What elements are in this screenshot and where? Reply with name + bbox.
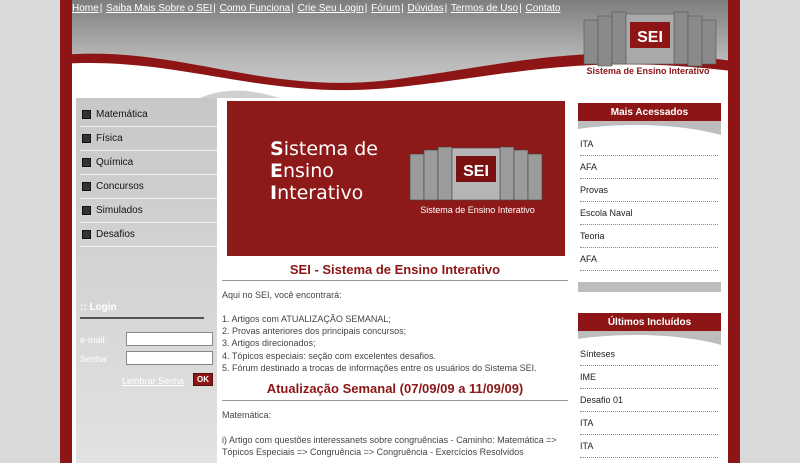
section-divider	[222, 400, 568, 401]
sidebar-item-quimica[interactable]: Química	[80, 151, 217, 175]
subject-label: Matemática:	[222, 410, 272, 420]
latest-item-ime[interactable]: IME	[580, 366, 718, 389]
most-accessed-item-afa-2[interactable]: AFA	[580, 248, 718, 271]
sidebar-item-desafios[interactable]: Desafios	[80, 223, 217, 247]
most-accessed-item-teoria[interactable]: Teoria	[580, 225, 718, 248]
square-bullet-icon	[82, 182, 91, 191]
email-field[interactable]	[126, 332, 213, 346]
remember-password-link[interactable]: Lembrar Senha	[122, 376, 184, 386]
nav-link-create-login[interactable]: Crie Seu Login	[298, 3, 364, 14]
sidebar-item-label: Simulados	[96, 205, 143, 216]
banner-title: Sistema de Ensino Interativo	[270, 138, 378, 204]
sidebar-item-label: Física	[96, 133, 123, 144]
latest-item-desafio-01[interactable]: Desafio 01	[580, 389, 718, 412]
section-title: Atualização Semanal (07/09/09 a 11/09/09…	[266, 381, 524, 396]
sidebar-item-concursos[interactable]: Concursos	[80, 175, 217, 199]
feature-list: 1. Artigos com ATUALIZAÇÃO SEMANAL; 2. P…	[222, 313, 537, 374]
page-title: SEI - Sistema de Ensino Interativo	[289, 262, 501, 277]
nav-link-home[interactable]: Home	[72, 3, 99, 14]
login-divider	[80, 317, 204, 319]
latest-item-ita[interactable]: ITA	[580, 412, 718, 435]
nav-link-terms[interactable]: Termos de Uso	[451, 3, 518, 14]
sidebar-item-label: Concursos	[96, 181, 144, 192]
frame-right-border	[728, 0, 740, 463]
frame-left-border	[60, 0, 72, 463]
banner-logo-text: SEI	[463, 163, 489, 180]
list-item: 5. Fórum destinado a trocas de informaçõ…	[222, 362, 537, 373]
most-accessed-item-provas[interactable]: Provas	[580, 179, 718, 202]
password-label: Senha:	[80, 354, 109, 364]
intro-text: Aqui no SEI, você encontrará:	[222, 290, 342, 300]
title-divider	[222, 280, 568, 281]
box-footer	[578, 282, 721, 292]
square-bullet-icon	[82, 230, 91, 239]
latest-item-ita-2[interactable]: ITA	[580, 435, 718, 458]
nav-link-faq[interactable]: Dúvidas	[407, 3, 443, 14]
sidebar-item-fisica[interactable]: Física	[80, 127, 217, 151]
email-label: e-mail:	[80, 335, 108, 345]
sidebar-item-matematica[interactable]: Matemática	[80, 103, 217, 127]
latest-item-sinteses[interactable]: Sínteses	[580, 343, 718, 366]
list-item: 1. Artigos com ATUALIZAÇÃO SEMANAL;	[222, 314, 391, 324]
nav-link-forum[interactable]: Fórum	[371, 3, 400, 14]
brand-caption: Sistema de Ensino Interativo	[586, 66, 710, 76]
most-accessed-item-escola-naval[interactable]: Escola Naval	[580, 202, 718, 225]
nav-link-how-it-works[interactable]: Como Funciona	[220, 3, 291, 14]
square-bullet-icon	[82, 134, 91, 143]
nav-link-contact[interactable]: Contato	[525, 3, 560, 14]
top-navigation: Home| Saiba Mais Sobre o SEI| Como Funci…	[72, 3, 561, 14]
nav-link-about[interactable]: Saiba Mais Sobre o SEI	[106, 3, 212, 14]
most-accessed-item-afa[interactable]: AFA	[580, 156, 718, 179]
banner-logo-icon: SEI	[409, 146, 543, 201]
password-field[interactable]	[126, 351, 213, 365]
most-accessed-item-ita[interactable]: ITA	[580, 133, 718, 156]
sidebar-item-label: Matemática	[96, 109, 148, 120]
square-bullet-icon	[82, 110, 91, 119]
login-ok-button[interactable]: OK	[193, 373, 213, 386]
list-item: 4. Tópicos especiais: seção com excelent…	[222, 350, 436, 361]
list-item: 3. Artigos direcionados;	[222, 338, 316, 349]
article-text: i) Artigo com questões interessanets sob…	[222, 435, 557, 457]
latest-header: Últimos Incluídos	[578, 313, 721, 332]
square-bullet-icon	[82, 158, 91, 167]
banner-initial-e: E	[270, 160, 283, 182]
brand-logo-text: SEI	[637, 29, 663, 46]
banner-line-1: istema de	[283, 138, 378, 160]
list-item: 2. Provas anteriores dos principais conc…	[222, 326, 407, 337]
login-title: :: Login	[80, 302, 117, 313]
banner-line-3: nterativo	[277, 182, 364, 204]
most-accessed-header: Mais Acessados	[578, 103, 721, 122]
banner-line-2: nsino	[282, 160, 334, 182]
sidebar-item-label: Desafios	[96, 229, 135, 240]
banner-caption: Sistema de Ensino Interativo	[420, 205, 535, 215]
square-bullet-icon	[82, 206, 91, 215]
sidebar-item-simulados[interactable]: Simulados	[80, 199, 217, 223]
sidebar-item-label: Química	[96, 157, 134, 168]
banner-initial-s: S	[270, 138, 284, 160]
